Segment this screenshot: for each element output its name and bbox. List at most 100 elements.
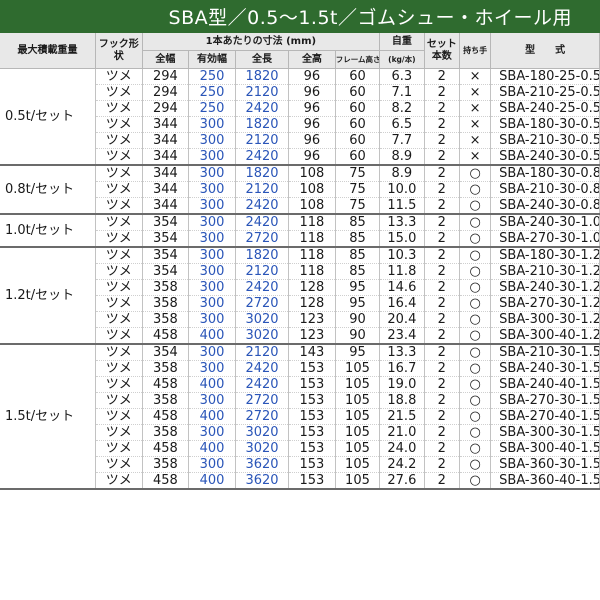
handle-cell: ○ xyxy=(459,295,492,312)
hook-shape-cell: ツメ xyxy=(95,230,143,248)
set-count-cell: 2 xyxy=(424,230,461,248)
set-count-cell: 2 xyxy=(424,116,461,133)
total-length-cell: 2420 xyxy=(235,148,290,166)
set-count-cell: 2 xyxy=(424,344,461,361)
table-row: 1.2t/セット ツメ 354 300 1820 118 85 10.3 2 ○ SBA-180-3… xyxy=(0,247,600,345)
header-total-height: 全高 xyxy=(288,50,336,69)
handle-cell: ○ xyxy=(459,181,492,198)
effective-width-cell: 400 xyxy=(188,472,236,490)
self-weight-cell: 21.0 xyxy=(379,424,425,441)
self-weight-cell: 10.0 xyxy=(379,181,425,198)
effective-width-cell: 300 xyxy=(188,424,236,441)
effective-width-cell: 250 xyxy=(188,84,236,101)
model-cell: SBA-240-30-1.5 xyxy=(490,360,600,377)
self-weight-cell: 11.5 xyxy=(379,197,425,215)
total-width-cell: 458 xyxy=(142,472,190,490)
effective-width-cell: 300 xyxy=(188,311,236,328)
effective-width-cell: 400 xyxy=(188,440,236,457)
effective-width-cell: 300 xyxy=(188,456,236,473)
frame-height-cell: 90 xyxy=(335,311,381,328)
frame-height-cell: 105 xyxy=(335,456,381,473)
frame-height-cell: 85 xyxy=(335,230,381,248)
header-total-length: 全長 xyxy=(235,50,290,69)
effective-width-cell: 300 xyxy=(188,116,236,133)
set-count-cell: 2 xyxy=(424,100,461,117)
model-cell: SBA-240-25-0.5 xyxy=(490,100,600,117)
model-cell: SBA-180-30-0.8 xyxy=(490,165,600,182)
hook-shape-cell: ツメ xyxy=(95,100,143,117)
effective-width-cell: 300 xyxy=(188,148,236,166)
hook-shape-cell: ツメ xyxy=(95,360,143,377)
effective-width-cell: 300 xyxy=(188,214,236,231)
effective-width-cell: 300 xyxy=(188,344,236,361)
total-length-cell: 3020 xyxy=(235,311,290,328)
total-height-cell: 153 xyxy=(288,408,336,425)
total-length-cell: 2420 xyxy=(235,197,290,215)
frame-height-cell: 75 xyxy=(335,181,381,198)
self-weight-cell: 7.1 xyxy=(379,84,425,101)
handle-cell: ○ xyxy=(459,472,492,490)
handle-cell: ○ xyxy=(459,165,492,182)
total-height-cell: 123 xyxy=(288,327,336,345)
set-count-cell: 2 xyxy=(424,295,461,312)
total-width-cell: 344 xyxy=(142,181,190,198)
total-width-cell: 344 xyxy=(142,197,190,215)
total-width-cell: 344 xyxy=(142,116,190,133)
frame-height-cell: 105 xyxy=(335,440,381,457)
set-count-cell: 2 xyxy=(424,424,461,441)
handle-cell: ○ xyxy=(459,392,492,409)
set-count-cell: 2 xyxy=(424,68,461,85)
model-cell: SBA-210-30-1.2 xyxy=(490,263,600,280)
total-width-cell: 354 xyxy=(142,263,190,280)
effective-width-cell: 400 xyxy=(188,408,236,425)
total-length-cell: 2120 xyxy=(235,181,290,198)
frame-height-cell: 60 xyxy=(335,68,381,85)
total-height-cell: 108 xyxy=(288,197,336,215)
header-max-load: 最大積載重量 xyxy=(0,33,96,69)
total-length-cell: 3020 xyxy=(235,424,290,441)
frame-height-cell: 85 xyxy=(335,214,381,231)
handle-cell: ○ xyxy=(459,327,492,345)
max-load-cell: 1.2t/セット xyxy=(0,247,96,345)
handle-cell: ○ xyxy=(459,214,492,231)
self-weight-cell: 24.2 xyxy=(379,456,425,473)
total-width-cell: 354 xyxy=(142,214,190,231)
self-weight-cell: 23.4 xyxy=(379,327,425,345)
total-width-cell: 458 xyxy=(142,408,190,425)
table-row: 1.0t/セット ツメ 354 300 2420 118 85 13.3 2 ○ SBA-240-3… xyxy=(0,214,600,248)
hook-shape-cell: ツメ xyxy=(95,116,143,133)
total-length-cell: 3020 xyxy=(235,327,290,345)
model-cell: SBA-240-30-1.0 xyxy=(490,214,600,231)
model-cell: SBA-270-40-1.5 xyxy=(490,408,600,425)
handle-cell: ○ xyxy=(459,376,492,393)
total-height-cell: 128 xyxy=(288,295,336,312)
hook-shape-cell: ツメ xyxy=(95,472,143,490)
self-weight-cell: 20.4 xyxy=(379,311,425,328)
set-count-cell: 2 xyxy=(424,214,461,231)
handle-cell: ○ xyxy=(459,247,492,264)
frame-height-cell: 95 xyxy=(335,344,381,361)
set-count-cell: 2 xyxy=(424,440,461,457)
model-cell: SBA-300-30-1.5 xyxy=(490,424,600,441)
model-cell: SBA-240-30-0.5 xyxy=(490,148,600,166)
set-count-cell: 2 xyxy=(424,376,461,393)
frame-height-cell: 95 xyxy=(335,295,381,312)
effective-width-cell: 300 xyxy=(188,360,236,377)
model-cell: SBA-270-30-1.5 xyxy=(490,392,600,409)
total-width-cell: 294 xyxy=(142,68,190,85)
header-total-width: 全幅 xyxy=(142,50,190,69)
hook-shape-cell: ツメ xyxy=(95,132,143,149)
total-length-cell: 2420 xyxy=(235,376,290,393)
self-weight-cell: 11.8 xyxy=(379,263,425,280)
model-cell: SBA-360-40-1.5 xyxy=(490,472,600,490)
self-weight-cell: 16.7 xyxy=(379,360,425,377)
total-width-cell: 458 xyxy=(142,327,190,345)
handle-cell: × xyxy=(459,84,492,101)
handle-cell: ○ xyxy=(459,311,492,328)
frame-height-cell: 95 xyxy=(335,279,381,296)
handle-cell: ○ xyxy=(459,263,492,280)
model-cell: SBA-240-30-0.8 xyxy=(490,197,600,215)
total-height-cell: 118 xyxy=(288,263,336,280)
total-width-cell: 358 xyxy=(142,424,190,441)
hook-shape-cell: ツメ xyxy=(95,456,143,473)
